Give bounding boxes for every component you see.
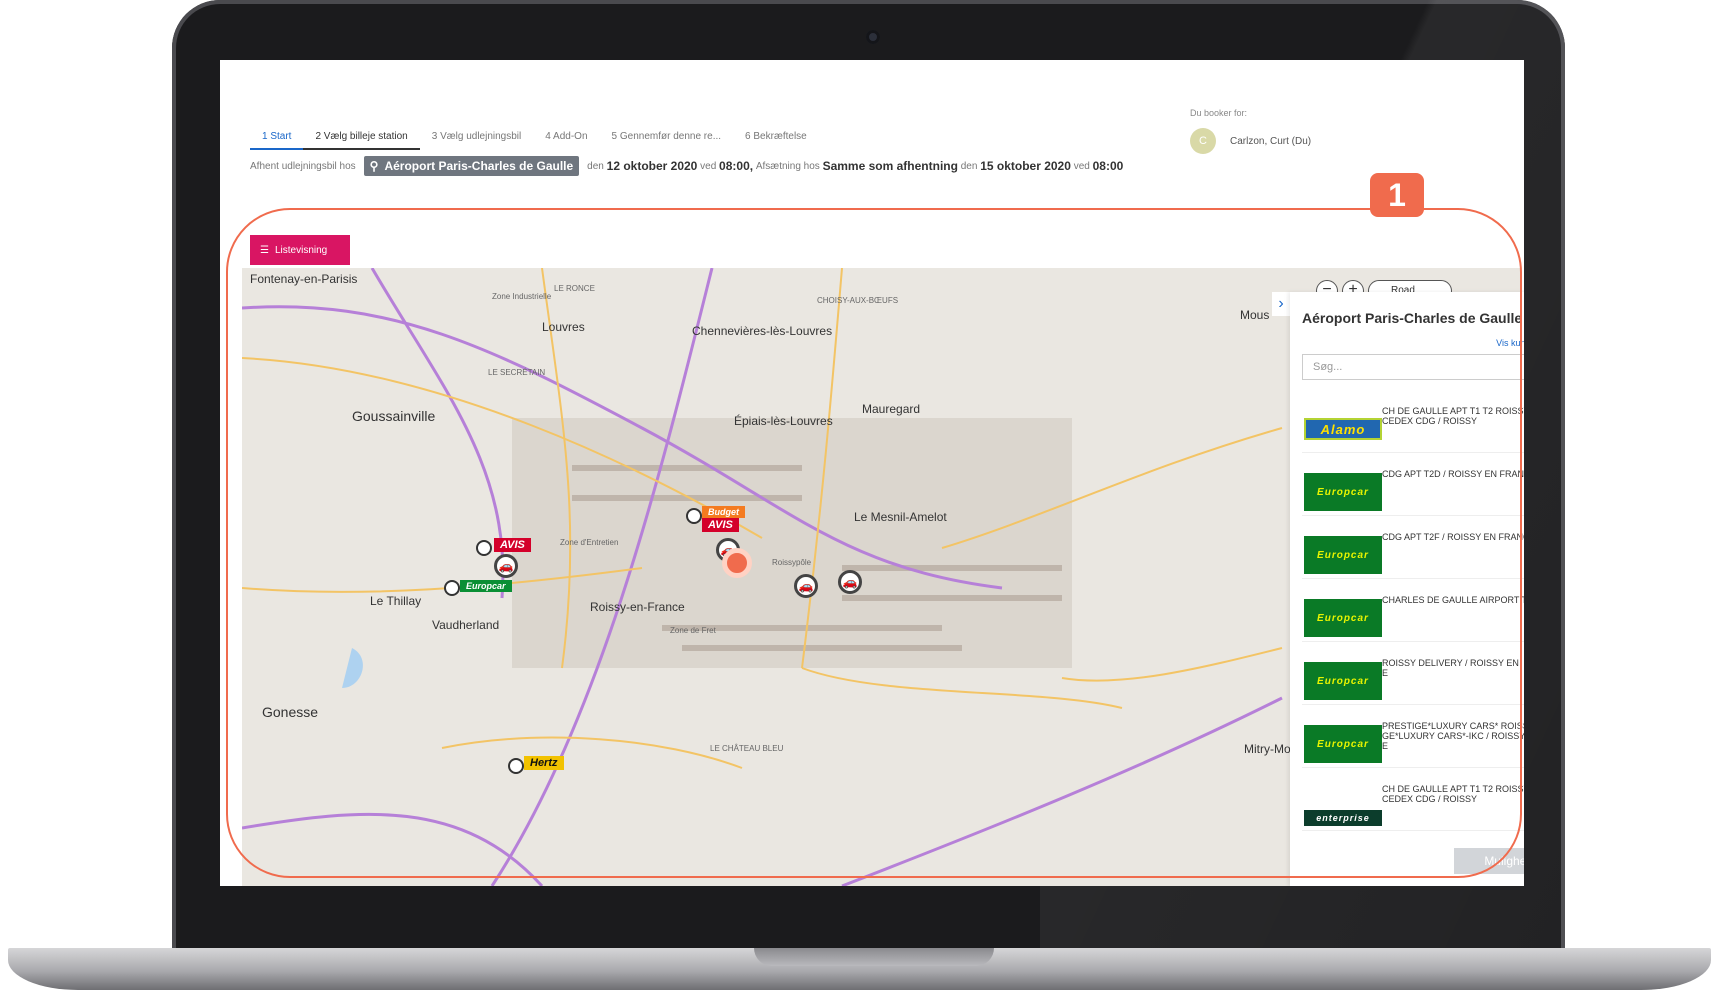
show-selected-link[interactable]: Vis kun det valgte(0) [1496, 338, 1524, 348]
list-item[interactable]: Europcar ROISSY DELIVERY / ROISSY EN E ⚲ [1302, 642, 1524, 705]
zone-roissypole: Roissypôle [772, 558, 812, 567]
town-gonesse: Gonesse [262, 704, 319, 720]
europcar-logo: Europcar [1304, 473, 1382, 511]
station-address: PRESTIGE*LUXURY CARS* ROISSY GE*LUXURY C… [1382, 721, 1524, 751]
station-list: Alamo CH DE GAULLE APT T1 T2 ROISSY APT … [1302, 390, 1524, 880]
search-input[interactable]: Søg... ⚲ [1302, 354, 1524, 380]
location-pin-icon: ⚲ [369, 159, 379, 173]
list-item[interactable]: Alamo CH DE GAULLE APT T1 T2 ROISSY APT … [1302, 390, 1524, 453]
town-goussainville: Goussainville [352, 408, 436, 424]
step-car[interactable]: 3 Vælg udlejningsbil [420, 128, 534, 150]
town-vaudherland: Vaudherland [432, 618, 500, 632]
town-mous: Mous [1240, 308, 1270, 322]
car-marker-icon[interactable]: 🚗 [494, 554, 518, 578]
den-text: den [587, 160, 604, 172]
panel-title: Aéroport Paris-Charles de Gaulle [1302, 310, 1523, 326]
app-screen: 1 Start 2 Vælg billeje station 3 Vælg ud… [220, 60, 1524, 886]
station-address: CH DE GAULLE APT T1 T2 ROISSY APT CEDEX … [1382, 406, 1524, 426]
budget-label[interactable]: Budget [702, 506, 745, 518]
zone-leronce: LE RONCE [554, 284, 595, 293]
booker: C Carlzon, Curt (Du) [1190, 128, 1311, 154]
step-start[interactable]: 1 Start [250, 128, 304, 150]
zone-entretien: Zone d'Entretien [560, 538, 619, 547]
town-louvres: Louvres [542, 320, 585, 334]
booking-steps: 1 Start 2 Vælg billeje station 3 Vælg ud… [250, 128, 819, 150]
town-mitry: Mitry-Mo [1244, 742, 1291, 756]
dropoff-prefix: Afsætning hos [755, 160, 820, 172]
list-item[interactable]: Europcar CDG APT T2D / ROISSY EN FRANCE … [1302, 453, 1524, 516]
list-icon: ☰ [260, 244, 269, 256]
town-chennevieres: Chennevières-lès-Louvres [692, 324, 833, 338]
selected-location-marker[interactable] [722, 548, 752, 578]
callout-number-badge: 1 [1370, 173, 1424, 217]
step-station[interactable]: 2 Vælg billeje station [303, 128, 420, 150]
town-mauregard: Mauregard [862, 402, 921, 416]
enterprise-logo: enterprise [1304, 810, 1382, 826]
booker-name: Carlzon, Curt (Du) [1230, 135, 1312, 147]
hertz-label[interactable]: Hertz [524, 756, 564, 770]
pickup-prefix: Afhent udlejningsbil hos [250, 160, 356, 172]
step-complete[interactable]: 5 Gennemfør denne re... [600, 128, 734, 150]
station-pin[interactable] [476, 540, 492, 556]
dropoff-location: Samme som afhentning [822, 159, 958, 173]
laptop-notch [754, 948, 994, 966]
ved-text: ved [1073, 160, 1090, 172]
station-address: CDG APT T2D / ROISSY EN FRANCE [1382, 469, 1524, 479]
booking-summary: Afhent udlejningsbil hos ⚲ Aéroport Pari… [250, 156, 1123, 176]
car-marker-icon[interactable]: 🚗 [838, 570, 862, 594]
zone-lesecretain: LE SECRÉTAIN [488, 368, 546, 377]
dropoff-time: 08:00 [1092, 159, 1124, 173]
station-address: CHARLES DE GAULLE AIRPORT T1 / [1382, 595, 1524, 605]
europcar-logo: Europcar [1304, 662, 1382, 700]
zone-industrielle: Zone Industrielle [492, 292, 552, 301]
town-fontenay: Fontenay-en-Parisis [250, 272, 358, 286]
town-thillay: Le Thillay [370, 594, 422, 608]
zone-fret: Zone de Fret [670, 626, 716, 635]
station-list-panel: Aéroport Paris-Charles de Gaulle Vis kun… [1290, 292, 1524, 886]
list-item[interactable]: Europcar CDG APT T2F / ROISSY EN FRANCE … [1302, 516, 1524, 579]
ved-text: ved [700, 160, 717, 172]
europcar-label[interactable]: Europcar [460, 580, 512, 592]
laptop-frame: 1 Start 2 Vælg billeje station 3 Vælg ud… [0, 0, 1719, 1004]
town-epiais: Épiais-lès-Louvres [734, 414, 833, 428]
town-roissy: Roissy-en-France [590, 600, 685, 614]
avatar: C [1190, 128, 1216, 154]
den-text: den [960, 160, 978, 172]
step-confirmation[interactable]: 6 Bekræftelse [733, 128, 819, 150]
webcam [866, 30, 880, 44]
pickup-date: 12 oktober 2020 [606, 159, 698, 173]
europcar-logo: Europcar [1304, 536, 1382, 574]
list-view-label: Listevisning [274, 244, 328, 256]
pickup-time: 08:00, [719, 159, 754, 173]
step-addon[interactable]: 4 Add-On [533, 128, 599, 150]
station-pin[interactable] [686, 508, 702, 524]
car-marker-icon[interactable]: 🚗 [794, 574, 818, 598]
europcar-logo: Europcar [1304, 599, 1382, 637]
pickup-location-pill[interactable]: ⚲ Aéroport Paris-Charles de Gaulle [363, 156, 580, 176]
pickup-location: Aéroport Paris-Charles de Gaulle [384, 159, 574, 173]
search-placeholder: Søg... [1313, 361, 1343, 373]
options-button[interactable]: Muligheder [1454, 848, 1524, 874]
booker-label: Du booker for: [1190, 108, 1248, 118]
dropoff-date: 15 oktober 2020 [980, 159, 1071, 173]
list-item[interactable]: enterprise CH DE GAULLE APT T1 T2 ROISSY… [1302, 768, 1524, 831]
town-mesnil: Le Mesnil-Amelot [854, 510, 947, 524]
avis-label[interactable]: AVIS [702, 518, 739, 532]
list-item[interactable]: Europcar CHARLES DE GAULLE AIRPORT T1 / … [1302, 579, 1524, 642]
zone-lechateau: LE CHÂTEAU BLEU [710, 744, 784, 753]
station-address: CH DE GAULLE APT T1 T2 ROISSY APT CEDEX … [1382, 784, 1524, 804]
list-view-button[interactable]: ☰ Listevisning [250, 235, 350, 265]
station-pin[interactable] [444, 580, 460, 596]
station-address: CDG APT T2F / ROISSY EN FRANCE [1382, 532, 1524, 542]
zone-choisy: CHOISY-AUX-BŒUFS [817, 296, 899, 305]
alamo-logo: Alamo [1304, 418, 1382, 440]
avis-label[interactable]: AVIS [494, 538, 531, 552]
collapse-panel-chevron-icon[interactable]: › [1272, 292, 1290, 316]
station-address: ROISSY DELIVERY / ROISSY EN E [1382, 658, 1519, 678]
list-item[interactable]: Europcar PRESTIGE*LUXURY CARS* ROISSY GE… [1302, 705, 1524, 768]
station-pin[interactable] [508, 758, 524, 774]
europcar-logo: Europcar [1304, 725, 1382, 763]
